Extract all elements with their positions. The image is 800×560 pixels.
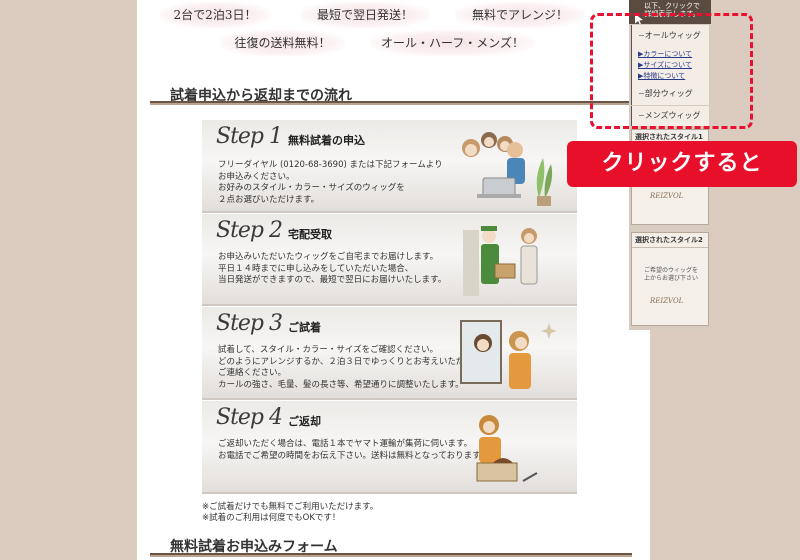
brand-logo: REIZVOL <box>650 192 684 200</box>
step-number: Step 1 <box>216 124 283 149</box>
step-card: Step 4 ご返却 ご返却いただく場合は、電話１本でヤマト運輸が集荷に伺います… <box>202 401 577 494</box>
highlight-dashed-box <box>590 13 753 129</box>
step-description: ご返却いただく場合は、電話１本でヤマト運輸が集荷に伺います。 お電話でご希望の時… <box>218 439 489 461</box>
delivery-illustration <box>463 226 538 296</box>
section-divider <box>150 553 632 557</box>
step-number: Step 3 <box>216 311 283 336</box>
notes-text: ※ご試着だけでも無料でご利用いただけます。 ※試着のご利用は何度でもOKです！ <box>202 502 379 523</box>
woman-laptop-illustration <box>462 132 553 206</box>
selected-style-2-title: 選択されたスタイル2 <box>632 233 708 248</box>
step-title: 宅配受取 <box>288 228 332 241</box>
step-card: Step 1 無料試着の申込 フリーダイヤル (0120-68-3690) また… <box>202 120 577 213</box>
feature-pill-next-day: 最短で翌日発送！ <box>300 2 430 28</box>
step-number: Step 4 <box>216 405 283 430</box>
step-title: ご返却 <box>288 415 321 428</box>
select-prompt-text: ご希望のウィッグを 上からお選び下さい <box>643 267 698 282</box>
step-description: お申込みいただいたウィッグをご自宅までお届けします。 平日１４時までに申し込みを… <box>218 252 447 285</box>
selected-style-2-box[interactable]: 選択されたスタイル2 ご希望のウィッグを 上からお選び下さい REIZVOL <box>631 232 709 326</box>
step-card: Step 2 宅配受取 お申込みいただいたウィッグをご自宅までお届けします。 平… <box>202 214 577 306</box>
step-title: ご試着 <box>288 321 321 334</box>
brand-logo: REIZVOL <box>650 297 684 305</box>
step-number: Step 2 <box>216 218 283 243</box>
step-card: Step 3 ご試着 試着して、スタイル・カラー・サイズをご確認ください。 どの… <box>202 307 577 400</box>
returning-package-illustration <box>476 415 538 482</box>
feature-pill-wig-types: オール・ハーフ・メンズ！ <box>370 30 535 56</box>
feature-pill-free-arrange: 無料でアレンジ！ <box>455 2 585 28</box>
feature-pill-free-shipping: 往復の送料無料！ <box>220 30 345 56</box>
step-description: フリーダイヤル (0120-68-3690) または下記フォームより お申込みく… <box>218 160 443 205</box>
section-divider <box>150 101 632 105</box>
step-title: 無料試着の申込 <box>288 134 365 147</box>
click-callout: クリックすると <box>567 141 797 187</box>
mirror-fitting-illustration <box>460 320 557 389</box>
step-description: 試着して、スタイル・カラー・サイズをご確認ください。 どのようにアレンジするか、… <box>218 345 481 390</box>
feature-pill-two-units: 2台で2泊3日！ <box>160 2 270 28</box>
